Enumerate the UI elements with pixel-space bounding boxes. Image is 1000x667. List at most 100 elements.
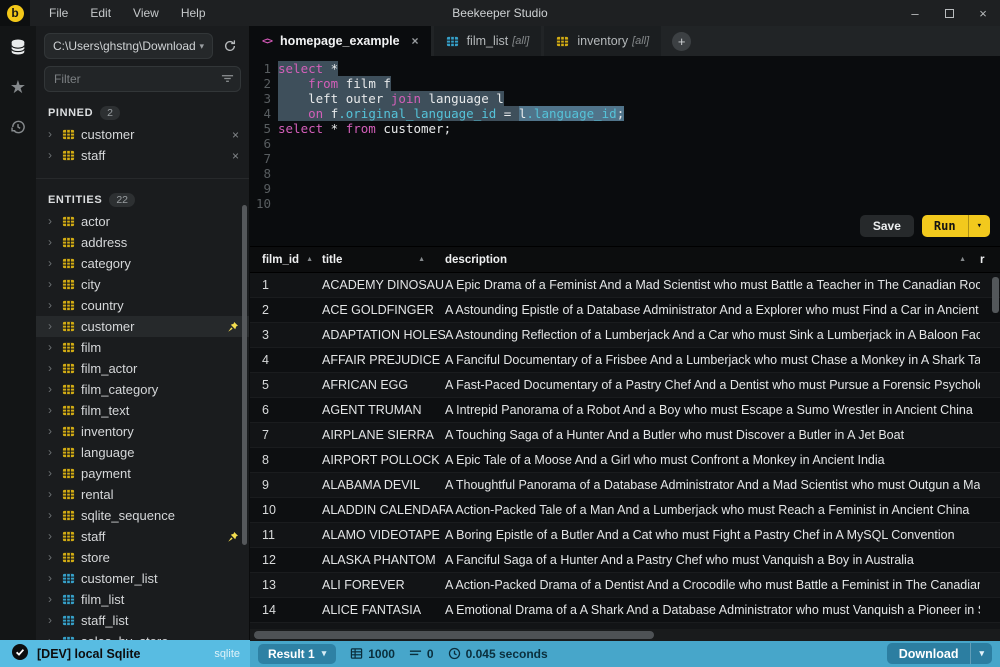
sql-editor[interactable]: 12345678910 select * from film f left ou… [250,56,1000,246]
cell-description[interactable]: A Astounding Epistle of a Database Admin… [445,303,980,317]
table-row[interactable]: 5 AFRICAN EGG A Fast-Paced Documentary o… [250,373,1000,398]
entity-item[interactable]: › store [36,547,249,568]
table-row[interactable]: 13 ALI FOREVER A Action-Packed Drama of … [250,573,1000,598]
table-row[interactable]: 6 AGENT TRUMAN A Intrepid Panorama of a … [250,398,1000,423]
entity-item[interactable]: › language [36,442,249,463]
table-row[interactable]: 10 ALADDIN CALENDAR A Action-Packed Tale… [250,498,1000,523]
cell-film-id[interactable]: 11 [250,528,322,542]
cell-film-id[interactable]: 3 [250,328,322,342]
entity-item[interactable]: › sqlite_sequence [36,505,249,526]
run-button[interactable]: Run ▾ [922,215,990,237]
chevron-right-icon[interactable]: › [48,631,56,640]
chevron-right-icon[interactable]: › [48,358,56,379]
cell-film-id[interactable]: 1 [250,278,322,292]
chevron-right-icon[interactable]: › [48,379,56,400]
run-options-icon[interactable]: ▾ [968,215,990,237]
result-selector[interactable]: Result 1 ▾ [258,644,336,664]
chevron-right-icon[interactable]: › [48,568,56,589]
cell-title[interactable]: ALI FOREVER [322,578,445,592]
entity-item[interactable]: › film_text [36,400,249,421]
entity-item[interactable]: › payment [36,463,249,484]
cell-title[interactable]: ALABAMA DEVIL [322,478,445,492]
refresh-icon[interactable] [219,35,241,57]
cell-description[interactable]: A Emotional Drama of a A Shark And a Dat… [445,603,980,617]
entity-item[interactable]: › customer [36,316,249,337]
results-vertical-scrollbar[interactable] [992,277,999,313]
chevron-right-icon[interactable]: › [48,274,56,295]
sort-asc-icon[interactable]: ▲ [418,256,425,263]
entity-item[interactable]: › inventory [36,421,249,442]
chevron-right-icon[interactable]: › [48,442,56,463]
pin-icon[interactable] [227,321,239,333]
tab-inventory[interactable]: inventory [all] [544,26,661,56]
chevron-right-icon[interactable]: › [48,211,56,232]
tab-film-list[interactable]: film_list [all] [434,26,542,56]
cell-title[interactable]: ALASKA PHANTOM [322,553,445,567]
tables-panel-icon[interactable] [5,34,31,60]
pinned-section-header[interactable]: PINNED 2 [48,106,239,120]
table-row[interactable]: 11 ALAMO VIDEOTAPE A Boring Epistle of a… [250,523,1000,548]
close-tab-icon[interactable]: × [412,34,419,48]
entity-item[interactable]: › city [36,274,249,295]
column-header-film-id[interactable]: film_id ▲ [250,247,322,273]
table-row[interactable]: 1 ACADEMY DINOSAUR A Epic Drama of a Fem… [250,273,1000,298]
results-horizontal-scrollbar-track[interactable] [250,629,1000,641]
save-button[interactable]: Save [860,215,914,237]
maximize-icon[interactable] [932,0,966,26]
cell-description[interactable]: A Fast-Paced Documentary of a Pastry Che… [445,378,980,392]
chevron-right-icon[interactable]: › [48,463,56,484]
chevron-right-icon[interactable]: › [48,589,56,610]
column-header-partial[interactable]: r [980,247,1000,273]
cell-title[interactable]: AIRPLANE SIERRA [322,428,445,442]
cell-film-id[interactable]: 2 [250,303,322,317]
entity-item[interactable]: › film_actor [36,358,249,379]
table-row[interactable]: 12 ALASKA PHANTOM A Fanciful Saga of a H… [250,548,1000,573]
database-selector[interactable]: C:\Users\ghstng\Downloads ▾ [44,33,213,59]
close-window-icon[interactable]: × [966,0,1000,26]
minimize-icon[interactable]: – [898,0,932,26]
table-row[interactable]: 9 ALABAMA DEVIL A Thoughtful Panorama of… [250,473,1000,498]
download-options-icon[interactable]: ▾ [970,643,992,664]
table-row[interactable]: 14 ALICE FANTASIA A Emotional Drama of a… [250,598,1000,623]
cell-description[interactable]: A Action-Packed Tale of a Man And a Lumb… [445,503,980,517]
menu-edit[interactable]: Edit [79,0,122,26]
sort-asc-icon[interactable]: ▲ [959,256,966,263]
sort-asc-icon[interactable]: ▲ [306,256,313,263]
pin-icon[interactable] [227,531,239,543]
cell-film-id[interactable]: 14 [250,603,322,617]
unpin-icon[interactable]: × [232,149,239,163]
cell-title[interactable]: ALADDIN CALENDAR [322,503,445,517]
chevron-right-icon[interactable]: › [48,124,56,145]
sidebar-scrollbar[interactable] [242,205,247,545]
menu-view[interactable]: View [122,0,170,26]
entity-item[interactable]: › film_list [36,589,249,610]
cell-film-id[interactable]: 8 [250,453,322,467]
chevron-right-icon[interactable]: › [48,547,56,568]
cell-description[interactable]: A Astounding Reflection of a Lumberjack … [445,328,980,342]
chevron-right-icon[interactable]: › [48,232,56,253]
pinned-item[interactable]: › customer × [36,124,249,145]
table-row[interactable]: 7 AIRPLANE SIERRA A Touching Saga of a H… [250,423,1000,448]
entity-item[interactable]: › staff_list [36,610,249,631]
results-horizontal-scrollbar[interactable] [254,631,654,639]
entity-item[interactable]: › category [36,253,249,274]
chevron-right-icon[interactable]: › [48,526,56,547]
tab-homepage-example[interactable]: <> homepage_example × [250,26,431,56]
cell-description[interactable]: A Epic Drama of a Feminist And a Mad Sci… [445,278,980,292]
chevron-right-icon[interactable]: › [48,145,56,166]
table-row[interactable]: 8 AIRPORT POLLOCK A Epic Tale of a Moose… [250,448,1000,473]
history-icon[interactable] [5,114,31,140]
entity-item[interactable]: › customer_list [36,568,249,589]
cell-description[interactable]: A Epic Tale of a Moose And a Girl who mu… [445,453,980,467]
table-row[interactable]: 2 ACE GOLDFINGER A Astounding Epistle of… [250,298,1000,323]
cell-title[interactable]: AIRPORT POLLOCK [322,453,445,467]
chevron-right-icon[interactable]: › [48,505,56,526]
menu-file[interactable]: File [38,0,79,26]
entity-item[interactable]: › staff [36,526,249,547]
cell-film-id[interactable]: 9 [250,478,322,492]
connection-status[interactable]: [DEV] local Sqlite sqlite [0,640,250,667]
unpin-icon[interactable]: × [232,128,239,142]
column-header-description[interactable]: description ▲ [445,247,980,273]
cell-film-id[interactable]: 4 [250,353,322,367]
cell-description[interactable]: A Boring Epistle of a Butler And a Cat w… [445,528,980,542]
